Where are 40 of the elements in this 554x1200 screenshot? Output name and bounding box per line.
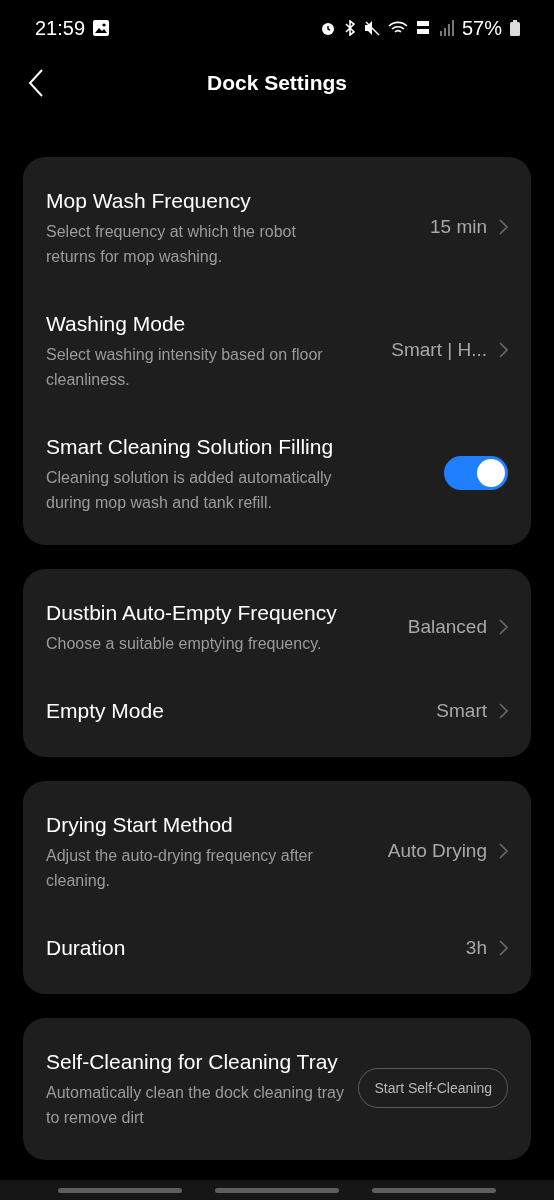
mute-icon <box>363 20 380 36</box>
setting-value: 15 min <box>429 216 487 238</box>
chevron-right-icon <box>499 219 508 235</box>
signal-icon <box>439 20 454 36</box>
toggle-switch[interactable] <box>444 456 508 490</box>
setting-title: Duration <box>46 935 127 961</box>
nav-handle[interactable] <box>215 1187 339 1193</box>
alarm-icon <box>319 20 336 36</box>
chevron-right-icon <box>499 940 508 956</box>
setting-description: Automatically clean the dock cleaning tray to remove dirt <box>46 1083 345 1128</box>
setting-title: Self-Cleaning for Cleaning Tray <box>46 1049 339 1075</box>
setting-title: Dustbin Auto-Empty Frequency <box>46 600 338 626</box>
setting-value: Auto Drying <box>387 840 487 862</box>
setting-description: Select frequency at which the robot returns for mop washing. <box>46 222 297 267</box>
setting-description: Adjust the auto-drying frequency after cleaning. <box>46 846 314 891</box>
chevron-right-icon <box>499 843 508 859</box>
setting-value: 3h <box>465 937 487 959</box>
chevron-right-icon <box>499 342 508 358</box>
setting-title: Drying Start Method <box>46 812 234 838</box>
setting-description: Cleaning solution is added automatically during mop wash and tank refill. <box>46 468 333 513</box>
setting-value: Balanced <box>407 615 487 638</box>
setting-title: Smart Cleaning Solution Filling <box>46 434 335 460</box>
status-time: 21:59 <box>35 16 86 40</box>
setting-title: Washing Mode <box>46 311 187 337</box>
battery-icon <box>510 20 520 36</box>
setting-description: Select washing intensity based on floor cleanliness. <box>46 345 324 390</box>
battery-percent: 57% <box>461 16 502 40</box>
chevron-right-icon <box>499 618 508 635</box>
nav-handle[interactable] <box>58 1187 182 1193</box>
setting-title: Mop Wash Frequency <box>46 188 252 214</box>
chevron-right-icon <box>499 703 508 719</box>
setting-value: Smart <box>436 700 487 722</box>
setting-title: Empty Mode <box>46 698 165 724</box>
bluetooth-icon <box>343 20 356 36</box>
page-title: Dock Settings <box>207 71 347 95</box>
setting-value: Smart | H... <box>391 339 487 361</box>
nav-handle[interactable] <box>372 1187 496 1193</box>
setting-description: Choose a suitable emptying frequency. <box>46 634 323 654</box>
image-icon <box>93 20 110 36</box>
back-icon[interactable] <box>28 69 44 97</box>
